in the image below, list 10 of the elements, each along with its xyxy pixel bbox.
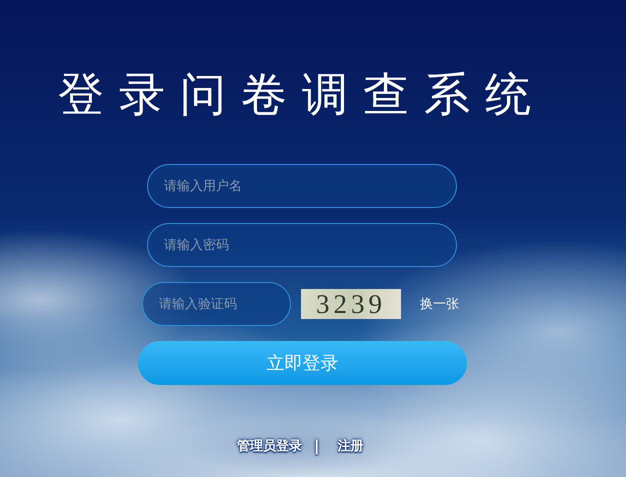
captcha-image: 3239 [301,289,401,319]
username-input[interactable]: 请输入用户名 [147,164,457,208]
page-title: 登录问卷调查系统 [58,68,546,120]
login-button[interactable]: 立即登录 [138,341,467,385]
refresh-captcha-link[interactable]: 换一张 [420,295,459,313]
register-link[interactable]: 注册 [337,437,364,455]
password-input[interactable]: 请输入密码 [147,223,457,267]
captcha-input[interactable]: 请输入验证码 [142,282,291,326]
separator: | [314,437,320,455]
admin-login-link[interactable]: 管理员登录 [237,437,302,455]
